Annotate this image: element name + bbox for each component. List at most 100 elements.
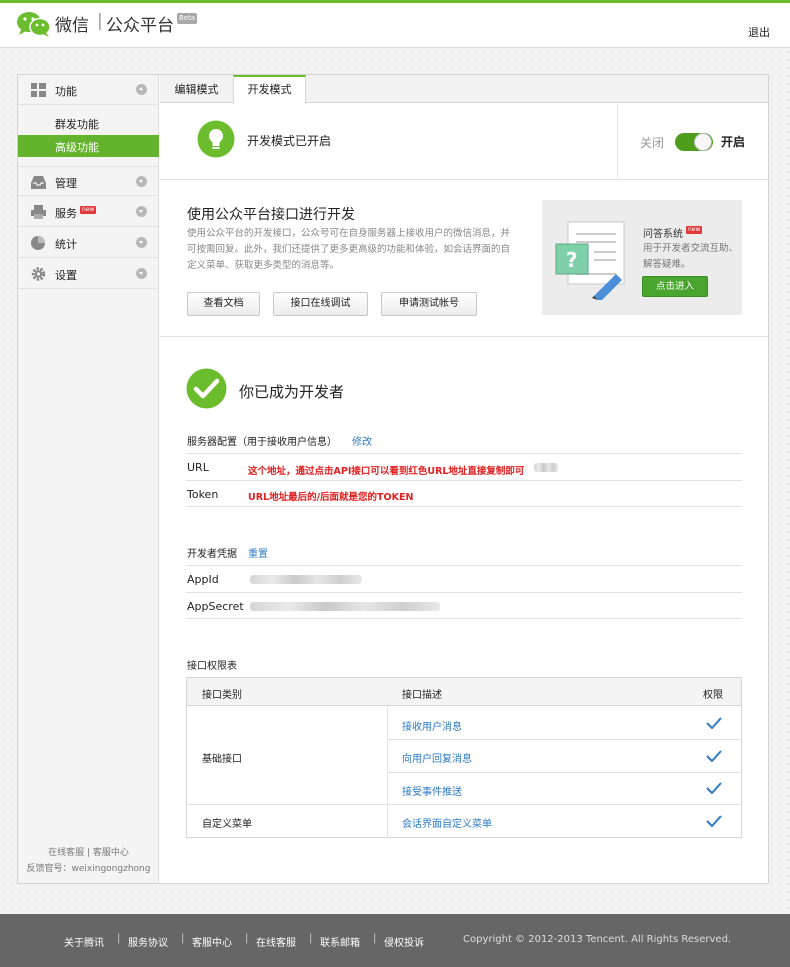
sidebar-item-label: 管理 (55, 177, 77, 190)
column-header-description: 接口描述 (402, 690, 442, 701)
divider (617, 104, 618, 180)
category-custom-menu: 自定义菜单 (202, 819, 252, 830)
footer-link-online-support[interactable]: 在线客服 (256, 934, 296, 949)
footer-link-terms[interactable]: 服务协议 (128, 934, 168, 949)
sidebar-subitem-advanced[interactable]: 高级功能 (18, 135, 159, 157)
copyright: Copyright © 2012-2013 Tencent. All Right… (463, 934, 732, 945)
footer-separator: | (309, 933, 313, 944)
divider (186, 480, 742, 481)
dev-mode-status: 开发模式已开启 (247, 134, 332, 148)
appsecret-label: AppSecret (187, 600, 244, 613)
token-note: URL地址最后的/后面就是您的TOKEN (248, 492, 414, 503)
toggle-knob[interactable] (694, 133, 712, 151)
tab-developer-mode[interactable]: 开发模式 (233, 75, 306, 104)
sidebar-item-service[interactable]: 服务 new (18, 197, 159, 227)
footer-link-about[interactable]: 关于腾讯 (64, 934, 104, 949)
printer-icon (31, 205, 46, 219)
table-header (187, 678, 741, 706)
brand-name: 微信 (55, 16, 89, 36)
wechat-logo-icon (17, 12, 51, 37)
footer-separator: | (373, 933, 377, 944)
qa-title: 问答系统 new (643, 225, 703, 240)
sidebar-footer-support[interactable]: 在线客服 | 客服中心 (18, 845, 159, 858)
gear-icon (31, 267, 46, 281)
new-badge: new (80, 206, 97, 214)
inbox-icon (31, 176, 46, 189)
table-row[interactable]: 接收用户消息 (402, 718, 462, 733)
sidebar-item-label: 功能 (55, 85, 77, 98)
redacted-appsecret (250, 602, 440, 611)
api-section-description: 使用公众平台的开发接口，公众号可在自身服务器上接收用户的微信消息，并可按需回复。… (187, 228, 511, 271)
view-docs-button[interactable]: 查看文档 (187, 292, 260, 316)
sidebar-item-functions[interactable]: 功能 (18, 75, 159, 105)
footer-link-infringement[interactable]: 侵权投诉 (384, 934, 424, 949)
column-header-category: 接口类别 (202, 690, 242, 701)
online-debug-button[interactable]: 接口在线调试 (273, 292, 368, 316)
sidebar-item-label: 服务 new (55, 205, 97, 221)
footer-link-help-center[interactable]: 客服中心 (192, 934, 232, 949)
table-row[interactable]: 接受事件推送 (402, 783, 462, 798)
sidebar-item-text: 服务 (55, 207, 77, 220)
table-row[interactable]: 会话界面自定义菜单 (402, 815, 492, 830)
brand-separator: | (97, 11, 103, 31)
qa-title-text: 问答系统 (643, 229, 683, 240)
grid-icon (31, 83, 46, 97)
tab-edit-mode[interactable]: 编辑模式 (160, 75, 233, 104)
divider (186, 592, 742, 593)
sidebar-subitem-mass-send[interactable]: 群发功能 (18, 112, 159, 134)
chevron-up-icon[interactable] (136, 84, 147, 95)
sidebar-item-manage[interactable]: 管理 (18, 166, 159, 196)
sidebar-item-label: 统计 (55, 238, 77, 251)
chevron-down-icon[interactable] (136, 237, 147, 248)
beta-badge: Beta (177, 13, 198, 24)
server-config-label: 服务器配置（用于接收用户信息） (187, 437, 337, 448)
api-section-title: 使用公众平台接口进行开发 (187, 207, 355, 223)
toggle-off-label: 关闭 (640, 136, 665, 150)
footer-link-contact-email[interactable]: 联系邮箱 (320, 934, 360, 949)
svg-text:?: ? (566, 248, 578, 272)
qa-enter-button[interactable]: 点击进入 (642, 276, 708, 297)
sidebar-item-statistics[interactable]: 统计 (18, 228, 159, 258)
chevron-down-icon[interactable] (136, 176, 147, 187)
divider (186, 565, 742, 566)
sidebar-item-settings[interactable]: 设置 (18, 259, 159, 289)
column-header-permission: 权限 (703, 690, 723, 701)
checkmark-icon (706, 782, 722, 794)
footer-separator: | (117, 933, 121, 944)
token-label: Token (187, 488, 219, 501)
modify-link[interactable]: 修改 (352, 433, 372, 448)
chevron-down-icon[interactable] (136, 268, 147, 279)
reset-link[interactable]: 重置 (248, 545, 268, 560)
sidebar-subitem-label: 群发功能 (55, 118, 99, 131)
url-note: 这个地址，通过点击API接口可以看到红色URL地址直接复制即可 (248, 466, 525, 477)
table-row[interactable]: 向用户回复消息 (402, 750, 472, 765)
redacted-url (534, 463, 558, 472)
sidebar: 功能 群发功能 高级功能 管理 服务 new 统计 设置 (18, 75, 159, 883)
qa-document-icon: ? (555, 221, 625, 300)
redacted-appid (250, 575, 362, 584)
check-circle-icon (186, 368, 227, 409)
row-divider (187, 804, 741, 805)
divider (186, 453, 742, 454)
brand-subtitle: 公众平台 (106, 16, 174, 36)
section-divider (160, 336, 768, 337)
new-badge: new (686, 226, 703, 234)
credentials-label: 开发者凭据 (187, 549, 237, 560)
permissions-title: 接口权限表 (187, 661, 237, 672)
developer-status-title: 你已成为开发者 (239, 383, 345, 401)
sidebar-subitem-label: 高级功能 (55, 141, 99, 154)
url-label: URL (187, 461, 209, 474)
appid-label: AppId (187, 573, 219, 586)
toggle-on-label: 开启 (721, 135, 746, 149)
divider (186, 618, 742, 619)
checkmark-icon (706, 750, 722, 762)
logout-link[interactable]: 退出 (748, 24, 770, 40)
pie-chart-icon (31, 236, 45, 250)
apply-test-account-button[interactable]: 申请测试帐号 (381, 292, 477, 316)
qa-description: 用于开发者交流互助、解答疑难。 (643, 243, 739, 270)
footer-separator: | (181, 933, 185, 944)
chevron-down-icon[interactable] (136, 206, 147, 217)
divider (186, 506, 742, 507)
sidebar-footer-feedback: 反馈官号：weixingongzhong (26, 864, 151, 874)
row-divider (387, 739, 741, 740)
